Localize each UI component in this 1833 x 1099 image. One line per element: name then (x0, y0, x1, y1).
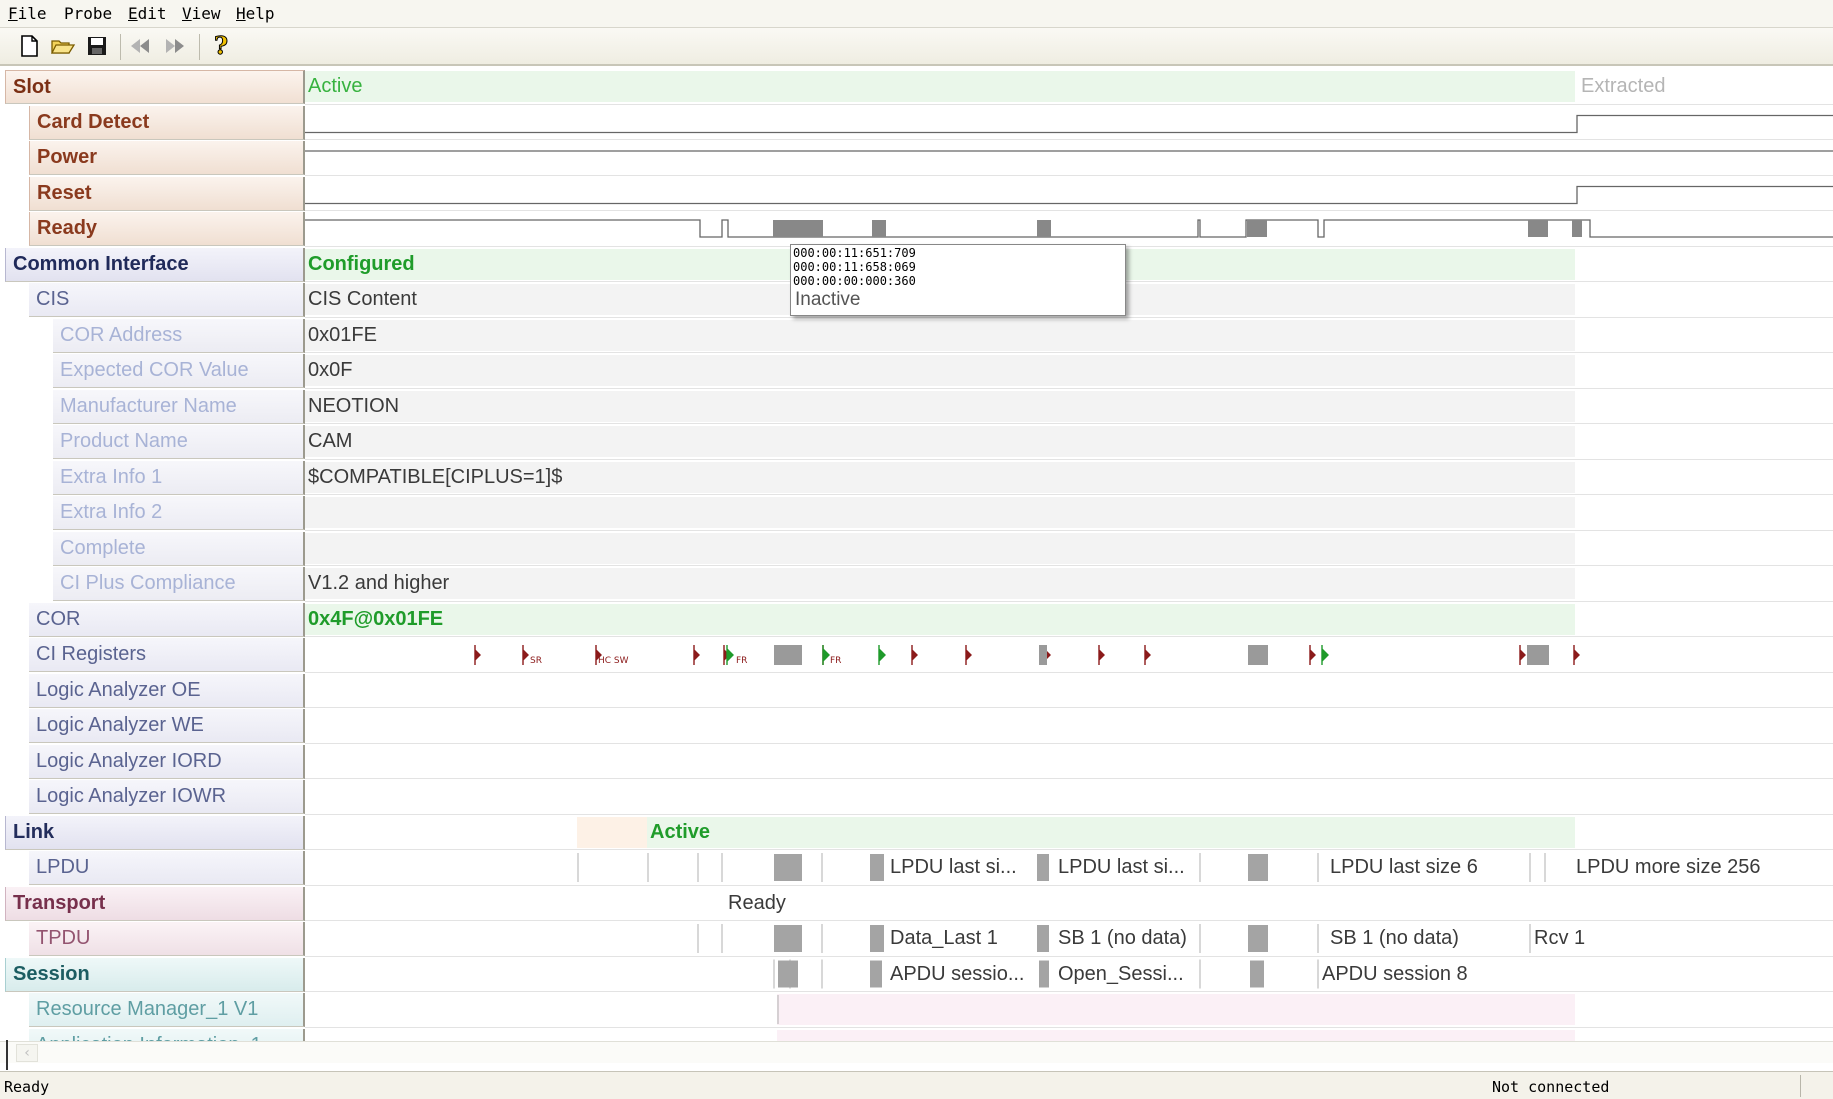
pdu-burst (870, 925, 884, 952)
help-button[interactable]: ? (206, 32, 234, 60)
time-tooltip: 000:00:11:651:709 000:00:11:658:069 000:… (790, 244, 1126, 316)
ready-burst (1572, 220, 1582, 237)
reset-wave (305, 185, 1833, 205)
register-marker (965, 645, 972, 665)
register-marker (1144, 645, 1151, 665)
tooltip-time-2: 000:00:11:658:069 (793, 260, 916, 274)
tooltip-state: Inactive (795, 289, 861, 310)
splitter-handle[interactable] (6, 1040, 12, 1070)
new-file-button[interactable] (15, 32, 43, 60)
menu-edit[interactable]: Edit (128, 4, 167, 23)
connection-status: Not connected (1492, 1078, 1610, 1096)
register-marker (1309, 645, 1316, 665)
register-burst (1248, 645, 1268, 665)
menu-view[interactable]: View (182, 4, 221, 23)
menu-file-rest: ile (17, 4, 47, 23)
help-icon: ? (214, 33, 229, 59)
register-marker-label: SR (530, 656, 542, 666)
svg-text:?: ? (214, 33, 228, 59)
toolbar: ? (0, 28, 1833, 66)
register-marker-fr (822, 645, 830, 665)
pdu-burst (870, 854, 884, 881)
forward-button[interactable] (161, 32, 189, 60)
register-marker-label: HC SW (598, 656, 629, 666)
register-marker-fr (878, 645, 886, 665)
register-marker-fr (726, 645, 734, 665)
back-icon (131, 39, 149, 53)
ready-burst (773, 220, 823, 237)
horizontal-scrollbar[interactable]: ‹ (0, 1041, 1833, 1063)
open-folder-icon (50, 40, 76, 54)
tooltip-time-3: 000:00:00:000:360 (793, 274, 916, 288)
register-marker (693, 645, 700, 665)
register-marker (474, 645, 481, 665)
card-detect-wave (305, 114, 1833, 134)
ready-burst (1528, 220, 1548, 237)
save-button[interactable] (83, 32, 111, 60)
pdu-burst (1248, 854, 1268, 881)
status-text: Ready (4, 1078, 50, 1096)
register-burst (1039, 645, 1047, 665)
open-button[interactable] (49, 32, 77, 60)
register-burst (1527, 645, 1549, 665)
register-marker-fr (1321, 645, 1329, 665)
pdu-burst (1037, 925, 1049, 952)
register-marker (522, 645, 529, 665)
menu-help[interactable]: Help (236, 4, 275, 23)
register-marker (1098, 645, 1105, 665)
back-button[interactable] (126, 32, 154, 60)
status-bar: Ready Not connected (0, 1071, 1833, 1099)
pdu-burst (778, 960, 798, 988)
register-marker-label: FR (830, 656, 841, 666)
pdu-burst (1248, 925, 1268, 952)
register-burst (774, 645, 802, 665)
new-file-icon (21, 35, 38, 57)
register-marker-label: FR (736, 656, 747, 666)
forward-icon (166, 39, 184, 53)
ready-wave (305, 219, 1833, 238)
ready-burst (1037, 220, 1051, 237)
pdu-burst (774, 925, 802, 952)
pdu-burst (1037, 854, 1049, 881)
scroll-left-button[interactable]: ‹ (16, 1044, 38, 1062)
save-icon (88, 37, 106, 55)
menu-bar: File Probe Edit View Help (0, 0, 1833, 28)
pdu-burst (774, 854, 802, 881)
ready-burst (1247, 220, 1267, 237)
register-marker (1519, 645, 1526, 665)
register-marker (1573, 645, 1580, 665)
menu-probe[interactable]: Probe (64, 4, 112, 23)
menu-file[interactable]: File (8, 4, 47, 23)
register-marker (911, 645, 918, 665)
pdu-burst (1039, 960, 1049, 988)
ready-burst (872, 220, 886, 237)
timeline-grid: Slot Active Extracted Card Detect Power Reset… (0, 69, 1833, 1041)
pdu-burst (1250, 960, 1264, 988)
pdu-burst (870, 960, 882, 988)
tooltip-time-1: 000:00:11:651:709 (793, 246, 916, 260)
signal-waveforms: SR HC SW FR FR (305, 114, 1833, 1024)
